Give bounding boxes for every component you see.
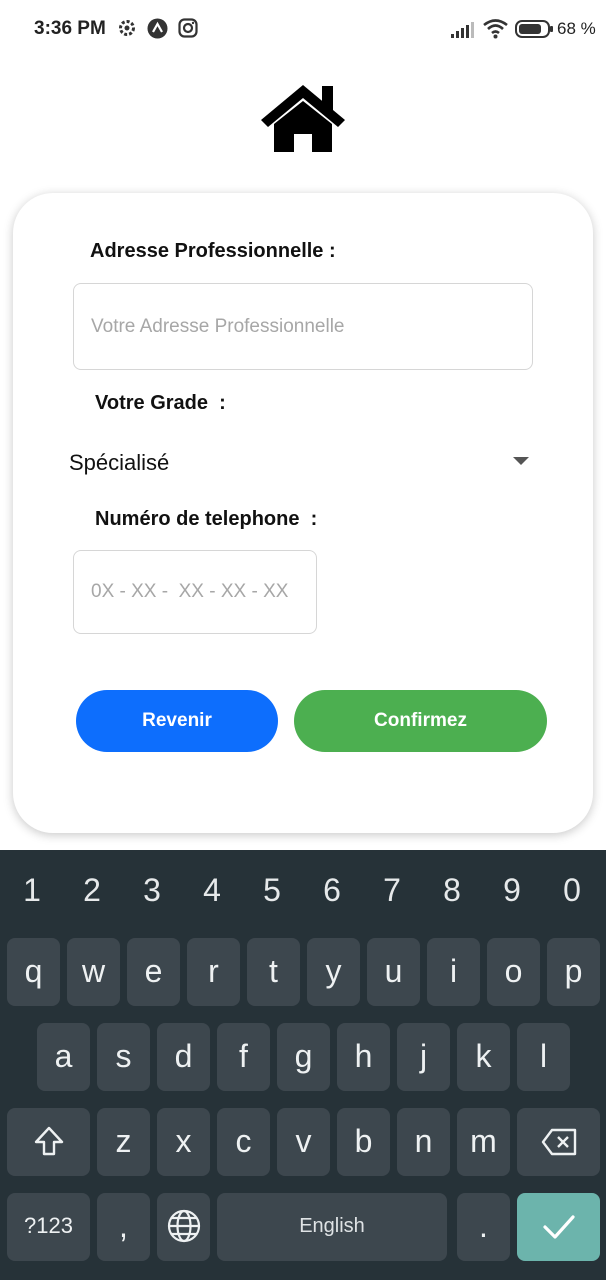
key-b[interactable]: b bbox=[337, 1108, 390, 1176]
key-w[interactable]: w bbox=[67, 938, 120, 1006]
key-number[interactable]: 1 bbox=[2, 864, 62, 916]
key-number[interactable]: 8 bbox=[422, 864, 482, 916]
battery-percent: 68 % bbox=[557, 19, 596, 38]
confirm-button[interactable]: Confirmez bbox=[294, 690, 547, 752]
key-e[interactable]: e bbox=[127, 938, 180, 1006]
key-n[interactable]: n bbox=[397, 1108, 450, 1176]
house-icon bbox=[261, 85, 345, 152]
enter-key[interactable] bbox=[517, 1193, 600, 1261]
key-s[interactable]: s bbox=[97, 1023, 150, 1091]
key-number[interactable]: 0 bbox=[542, 864, 602, 916]
signal-icon bbox=[451, 22, 474, 38]
back-button[interactable]: Revenir bbox=[76, 690, 278, 752]
key-number[interactable]: 9 bbox=[482, 864, 542, 916]
key-c[interactable]: c bbox=[217, 1108, 270, 1176]
address-input[interactable] bbox=[73, 283, 533, 370]
phone-input[interactable] bbox=[73, 550, 317, 634]
instagram-icon bbox=[178, 18, 198, 38]
key-number[interactable]: 6 bbox=[302, 864, 362, 916]
space-key[interactable]: English bbox=[217, 1193, 447, 1261]
address-label: Adresse Professionnelle : bbox=[90, 240, 336, 262]
key-k[interactable]: k bbox=[457, 1023, 510, 1091]
key-z[interactable]: z bbox=[97, 1108, 150, 1176]
period-key[interactable]: . bbox=[457, 1193, 510, 1261]
globe-icon bbox=[167, 1209, 200, 1243]
key-q[interactable]: q bbox=[7, 938, 60, 1006]
key-m[interactable]: m bbox=[457, 1108, 510, 1176]
key-y[interactable]: y bbox=[307, 938, 360, 1006]
key-f[interactable]: f bbox=[217, 1023, 270, 1091]
key-p[interactable]: p bbox=[547, 938, 600, 1006]
shift-key[interactable] bbox=[7, 1108, 90, 1176]
soft-keyboard: 1 2 3 4 5 6 7 8 9 0 q w e r t y u i o p … bbox=[0, 850, 606, 1280]
key-l[interactable]: l bbox=[517, 1023, 570, 1091]
key-number[interactable]: 7 bbox=[362, 864, 422, 916]
key-v[interactable]: v bbox=[277, 1108, 330, 1176]
key-g[interactable]: g bbox=[277, 1023, 330, 1091]
key-number[interactable]: 3 bbox=[122, 864, 182, 916]
checkmark-icon bbox=[542, 1215, 575, 1239]
key-d[interactable]: d bbox=[157, 1023, 210, 1091]
key-number[interactable]: 5 bbox=[242, 864, 302, 916]
key-o[interactable]: o bbox=[487, 938, 540, 1006]
comma-key[interactable]: , bbox=[97, 1193, 150, 1261]
key-i[interactable]: i bbox=[427, 938, 480, 1006]
backspace-icon bbox=[541, 1128, 576, 1156]
key-a[interactable]: a bbox=[37, 1023, 90, 1091]
symbols-key[interactable]: ?123 bbox=[7, 1193, 90, 1261]
key-number[interactable]: 4 bbox=[182, 864, 242, 916]
key-r[interactable]: r bbox=[187, 938, 240, 1006]
key-number[interactable]: 2 bbox=[62, 864, 122, 916]
status-time: 3:36 PM bbox=[34, 18, 106, 39]
key-t[interactable]: t bbox=[247, 938, 300, 1006]
language-key[interactable] bbox=[157, 1193, 210, 1261]
key-j[interactable]: j bbox=[397, 1023, 450, 1091]
arrow-up-circle-icon bbox=[147, 18, 168, 39]
form-card: Adresse Professionnelle : Votre Grade : … bbox=[13, 193, 593, 833]
status-bar: 3:36 PM 68 % bbox=[0, 0, 606, 60]
settings-gear-icon bbox=[119, 20, 135, 36]
key-h[interactable]: h bbox=[337, 1023, 390, 1091]
key-u[interactable]: u bbox=[367, 938, 420, 1006]
shift-icon bbox=[34, 1126, 63, 1156]
key-x[interactable]: x bbox=[157, 1108, 210, 1176]
grade-dropdown[interactable]: Spécialisé bbox=[69, 445, 529, 483]
battery-icon bbox=[515, 20, 553, 38]
backspace-key[interactable] bbox=[517, 1108, 600, 1176]
grade-label: Votre Grade : bbox=[95, 392, 226, 414]
dropdown-arrow-icon bbox=[513, 457, 529, 465]
grade-selected-value: Spécialisé bbox=[69, 450, 170, 475]
wifi-icon bbox=[483, 19, 508, 39]
phone-label: Numéro de telephone : bbox=[95, 508, 318, 530]
